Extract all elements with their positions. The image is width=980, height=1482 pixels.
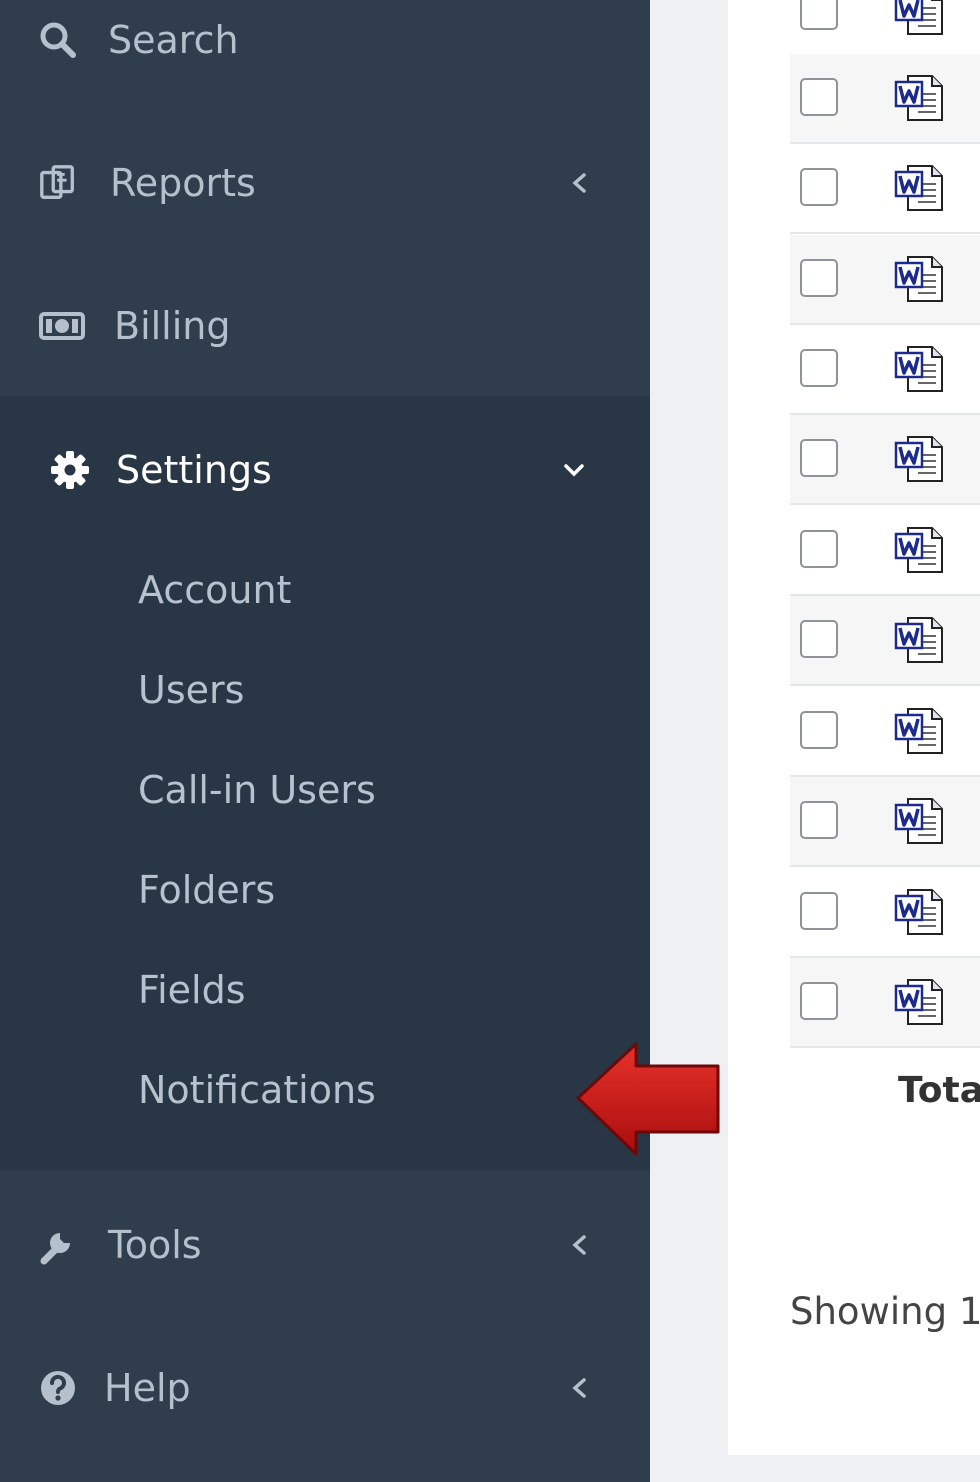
table-row	[790, 325, 980, 415]
submenu-item-users[interactable]: Users	[138, 668, 244, 712]
sidebar-item-help[interactable]: Help	[0, 1332, 650, 1444]
table-row	[790, 0, 980, 58]
table-row	[790, 54, 980, 144]
word-document-icon[interactable]	[894, 0, 946, 38]
row-checkbox[interactable]	[800, 801, 838, 839]
submenu-item-notifications[interactable]: Notifications	[138, 1068, 376, 1112]
sidebar-item-settings[interactable]: Settings	[0, 414, 650, 526]
sidebar-item-label: Billing	[114, 304, 231, 348]
wrench-icon	[38, 1225, 78, 1265]
row-checkbox[interactable]	[800, 78, 838, 116]
chevron-down-icon	[564, 464, 584, 477]
row-checkbox[interactable]	[800, 620, 838, 658]
submenu-item-fields[interactable]: Fields	[138, 968, 246, 1012]
sidebar-item-billing[interactable]: Billing	[0, 270, 650, 382]
pagination-info: Showing 1	[790, 1290, 980, 1333]
reports-icon	[38, 163, 78, 203]
word-document-icon[interactable]	[894, 795, 946, 847]
table-row	[790, 506, 980, 596]
row-checkbox[interactable]	[800, 711, 838, 749]
word-document-icon[interactable]	[894, 433, 946, 485]
word-document-icon[interactable]	[894, 705, 946, 757]
word-document-icon[interactable]	[894, 253, 946, 305]
row-checkbox[interactable]	[800, 168, 838, 206]
word-document-icon[interactable]	[894, 886, 946, 938]
submenu-item-call-in-users[interactable]: Call-in Users	[138, 768, 376, 812]
sidebar-item-tools[interactable]: Tools	[0, 1189, 650, 1301]
table-row	[790, 596, 980, 686]
sidebar-item-reports[interactable]: Reports	[0, 127, 650, 239]
settings-submenu: Settings Account Users Call-in Users Fol…	[0, 396, 650, 1170]
table-row	[790, 777, 980, 867]
sidebar: Search Reports Billing Settings Account …	[0, 0, 650, 1482]
red-arrow-annotation	[576, 1042, 720, 1156]
word-document-icon[interactable]	[894, 162, 946, 214]
gear-icon	[50, 450, 90, 490]
sidebar-item-label: Help	[104, 1366, 191, 1410]
billing-icon	[38, 306, 86, 346]
sidebar-item-label: Settings	[116, 448, 272, 492]
sidebar-item-label: Search	[108, 18, 239, 62]
chevron-left-icon	[572, 1378, 586, 1398]
row-checkbox[interactable]	[800, 259, 838, 297]
table-total-label: Tota	[898, 1070, 980, 1111]
table-row	[790, 868, 980, 958]
table-row	[790, 687, 980, 777]
row-checkbox[interactable]	[800, 892, 838, 930]
search-icon	[38, 20, 78, 60]
row-checkbox[interactable]	[800, 439, 838, 477]
word-document-icon[interactable]	[894, 524, 946, 576]
word-document-icon[interactable]	[894, 976, 946, 1028]
word-document-icon[interactable]	[894, 72, 946, 124]
sidebar-item-search[interactable]: Search	[0, 0, 650, 96]
row-checkbox[interactable]	[800, 0, 838, 30]
word-document-icon[interactable]	[894, 343, 946, 395]
chevron-left-icon	[572, 1235, 586, 1255]
sidebar-item-label: Tools	[108, 1223, 202, 1267]
submenu-item-folders[interactable]: Folders	[138, 868, 275, 912]
table-row	[790, 958, 980, 1048]
table-row	[790, 235, 980, 325]
submenu-item-account[interactable]: Account	[138, 568, 291, 612]
table-row	[790, 415, 980, 505]
row-checkbox[interactable]	[800, 982, 838, 1020]
help-icon	[38, 1368, 78, 1408]
chevron-left-icon	[572, 173, 586, 193]
row-checkbox[interactable]	[800, 349, 838, 387]
word-document-icon[interactable]	[894, 614, 946, 666]
table-row	[790, 144, 980, 234]
row-checkbox[interactable]	[800, 530, 838, 568]
sidebar-item-label: Reports	[110, 161, 256, 205]
